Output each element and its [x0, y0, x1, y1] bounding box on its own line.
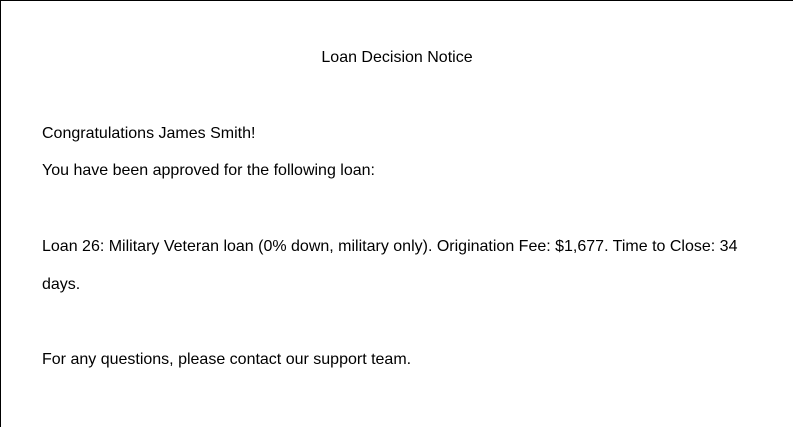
approval-intro-text: You have been approved for the following…: [42, 162, 375, 179]
page-title: Loan Decision Notice: [321, 49, 473, 66]
support-contact-text: For any questions, please contact our su…: [42, 351, 412, 368]
loan-details-text: Loan 26: Military Veteran loan (0% down,…: [42, 238, 738, 293]
document-page: Loan Decision Notice Congratulations Jam…: [0, 0, 793, 427]
greeting-text: Congratulations James Smith!: [42, 125, 256, 142]
